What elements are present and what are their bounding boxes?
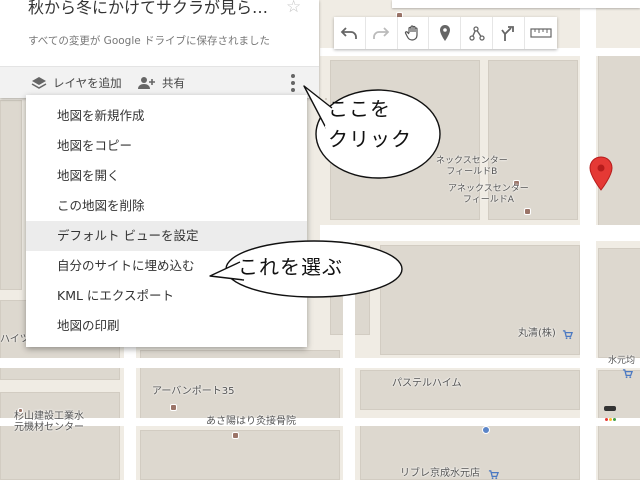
menu-item-new-map[interactable]: 地図を新規作成 bbox=[26, 101, 307, 131]
add-marker-button[interactable] bbox=[429, 17, 462, 49]
poi-icon bbox=[18, 408, 23, 413]
map-block bbox=[598, 248, 640, 358]
panel-toolbar: レイヤを追加 共有 bbox=[0, 66, 319, 98]
redo-icon bbox=[373, 27, 390, 39]
shopping-cart-icon bbox=[562, 330, 573, 340]
map-label-pastel-heim: パステルハイム bbox=[392, 378, 462, 389]
map-label-marukiyo: 丸清(株) bbox=[518, 328, 556, 339]
map-label-sugiyama: 杉山建設工業水 元機材センター bbox=[14, 411, 84, 433]
add-person-icon bbox=[138, 77, 155, 89]
traffic-light-icon bbox=[604, 406, 616, 421]
map-block bbox=[140, 430, 340, 480]
map-block bbox=[598, 50, 640, 230]
map-options-menu: 地図を新規作成 地図をコピー 地図を開く この地図を削除 デフォルト ビューを設… bbox=[26, 95, 307, 347]
menu-item-print-map[interactable]: 地図の印刷 bbox=[26, 311, 307, 341]
map-title[interactable]: 秋から冬にかけてサクラが見られ… bbox=[28, 0, 280, 16]
directions-icon bbox=[501, 26, 515, 41]
map-info-panel: 秋から冬にかけてサクラが見られ… ☆ すべての変更が Google ドライブに保… bbox=[0, 0, 319, 98]
road bbox=[124, 340, 136, 480]
undo-button[interactable] bbox=[334, 17, 366, 49]
callout-text-click-here: ここを クリック bbox=[328, 97, 412, 151]
road bbox=[0, 358, 640, 368]
poi-icon bbox=[232, 432, 239, 439]
pan-button[interactable] bbox=[398, 17, 430, 49]
map-label-annex-b: ネックスセンター フィールドB bbox=[436, 156, 508, 177]
map-label-libre: リブレ京成水元店 bbox=[400, 468, 480, 479]
map-label-mizumoto: 水元均 bbox=[608, 356, 636, 366]
map-marker-icon[interactable] bbox=[588, 156, 614, 192]
star-outline-icon[interactable]: ☆ bbox=[286, 0, 301, 17]
map-toolbar bbox=[334, 17, 557, 49]
save-status: すべての変更が Google ドライブに保存されました bbox=[28, 35, 271, 47]
hand-pan-icon bbox=[404, 25, 418, 41]
menu-item-delete-map[interactable]: この地図を削除 bbox=[26, 191, 307, 221]
draw-line-button[interactable] bbox=[461, 17, 493, 49]
menu-item-copy-map[interactable]: 地図をコピー bbox=[26, 131, 307, 161]
map-block bbox=[0, 100, 22, 290]
measure-button[interactable] bbox=[525, 17, 557, 49]
shopping-cart-icon bbox=[488, 470, 499, 480]
map-label-urban-port: アーバンポート35 bbox=[152, 386, 235, 397]
road bbox=[320, 48, 640, 56]
shopping-cart-icon bbox=[622, 369, 633, 379]
ruler-icon bbox=[530, 28, 552, 38]
share-label: 共有 bbox=[162, 76, 185, 90]
poi-icon bbox=[170, 404, 177, 411]
map-label-annex-a: アネックスセンター フィールドA bbox=[448, 184, 529, 205]
map-block bbox=[360, 370, 580, 410]
layers-icon bbox=[31, 77, 47, 89]
add-marker-icon bbox=[439, 25, 450, 41]
map-label-asahi-clinic: あさ陽はり灸接骨院 bbox=[206, 416, 296, 427]
map-block bbox=[0, 392, 120, 480]
draw-line-icon bbox=[468, 26, 485, 41]
add-layer-label: レイヤを追加 bbox=[53, 76, 122, 90]
directions-button[interactable] bbox=[493, 17, 525, 49]
redo-button[interactable] bbox=[366, 17, 398, 49]
callout-text-choose-this: これを選ぶ bbox=[238, 255, 343, 279]
menu-item-open-map[interactable]: 地図を開く bbox=[26, 161, 307, 191]
road bbox=[0, 418, 640, 426]
poi-icon bbox=[524, 208, 531, 215]
search-box-edge bbox=[392, 0, 640, 8]
bus-stop-icon bbox=[482, 426, 490, 434]
undo-icon bbox=[341, 27, 358, 39]
